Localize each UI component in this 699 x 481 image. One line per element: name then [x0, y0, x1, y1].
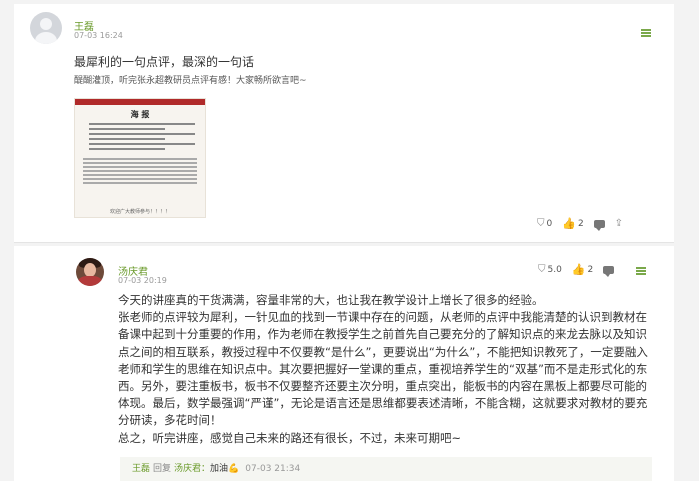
rating-button[interactable]: ⛉ 5.0: [538, 264, 562, 275]
reply-time: 07-03 21:34: [245, 464, 301, 474]
post-title: 最犀利的一句点评，最深的一句话: [74, 55, 255, 69]
share-button[interactable]: ⇪: [615, 218, 625, 229]
poster-line: [89, 143, 195, 145]
poster-paragraph: [83, 178, 197, 180]
comment-icon: [603, 265, 615, 277]
reply-author[interactable]: 王磊: [132, 464, 150, 474]
rating-value: 0: [546, 218, 553, 229]
poster-line: [89, 133, 195, 135]
avatar-face: [84, 263, 96, 277]
poster-image[interactable]: 海 报 欢迎广大教师参与！！！！: [74, 98, 206, 218]
share-icon: ⇪: [614, 218, 624, 229]
avatar-shirt: [78, 276, 102, 286]
poster-heading: 海 报: [130, 109, 150, 119]
post-actions: ⛉ 0 👍 2 ⇪: [537, 217, 635, 231]
thumbs-up-icon: 👍: [571, 263, 586, 276]
menu-icon[interactable]: [641, 29, 651, 37]
poster-paragraph: [83, 174, 197, 176]
avatar[interactable]: [76, 258, 104, 286]
poster-line: [89, 128, 165, 130]
post-time: 07-03 20:19: [118, 276, 167, 285]
avatar-placeholder-head: [40, 18, 52, 30]
poster-paragraph: [83, 162, 197, 164]
post-text: 醍醐灌顶，听完张永超教研员点评有感！大家畅所欲言吧~: [74, 76, 307, 86]
award-icon: ⛉: [537, 218, 545, 229]
post-actions: ⛉ 5.0 👍 2: [538, 263, 624, 277]
poster-paragraph: [83, 182, 197, 184]
rating-button[interactable]: ⛉ 0: [537, 218, 552, 229]
comment-icon: [593, 219, 605, 231]
comment-text: 今天的讲座真的干货满满，容量非常的大，也让我在教学设计上增长了很多的经验。 张老…: [118, 293, 648, 445]
award-icon: ⛉: [538, 264, 546, 275]
reply-target[interactable]: 汤庆君：: [174, 464, 210, 474]
thumbs-up-icon: 👍: [562, 217, 576, 230]
poster-line: [89, 123, 195, 125]
post-card: 王磊 07-03 16:24 最犀利的一句点评，最深的一句话 醍醐灌顶，听完张永…: [14, 4, 674, 243]
reply-verb: 回复: [153, 464, 172, 474]
poster-paragraph: [83, 170, 197, 172]
comment-button[interactable]: [593, 219, 605, 231]
like-count: 2: [587, 264, 594, 275]
poster-paragraph: [83, 158, 197, 160]
rating-value: 5.0: [547, 264, 562, 275]
reply-item: 王磊 回复 汤庆君：加油💪 07-03 21:34: [120, 457, 652, 481]
avatar[interactable]: [30, 12, 62, 44]
post-time: 07-03 16:24: [74, 31, 123, 40]
poster-line: [89, 138, 165, 140]
like-count: 2: [577, 218, 584, 229]
avatar-placeholder-body: [35, 32, 57, 44]
like-button[interactable]: 👍 2: [572, 263, 593, 276]
poster-paragraph: [83, 166, 197, 168]
comment-button[interactable]: [603, 265, 615, 277]
post-card: 汤庆君 07-03 20:19 ⛉ 5.0 👍 2 今天的讲座真的干货满满，容量…: [14, 246, 674, 481]
like-button[interactable]: 👍 2: [562, 217, 583, 230]
menu-icon[interactable]: [636, 267, 646, 275]
poster-header-bar: [75, 99, 205, 105]
reply-text: 加油💪: [210, 464, 240, 474]
poster-footer: 欢迎广大教师参与！！！！: [109, 209, 170, 215]
